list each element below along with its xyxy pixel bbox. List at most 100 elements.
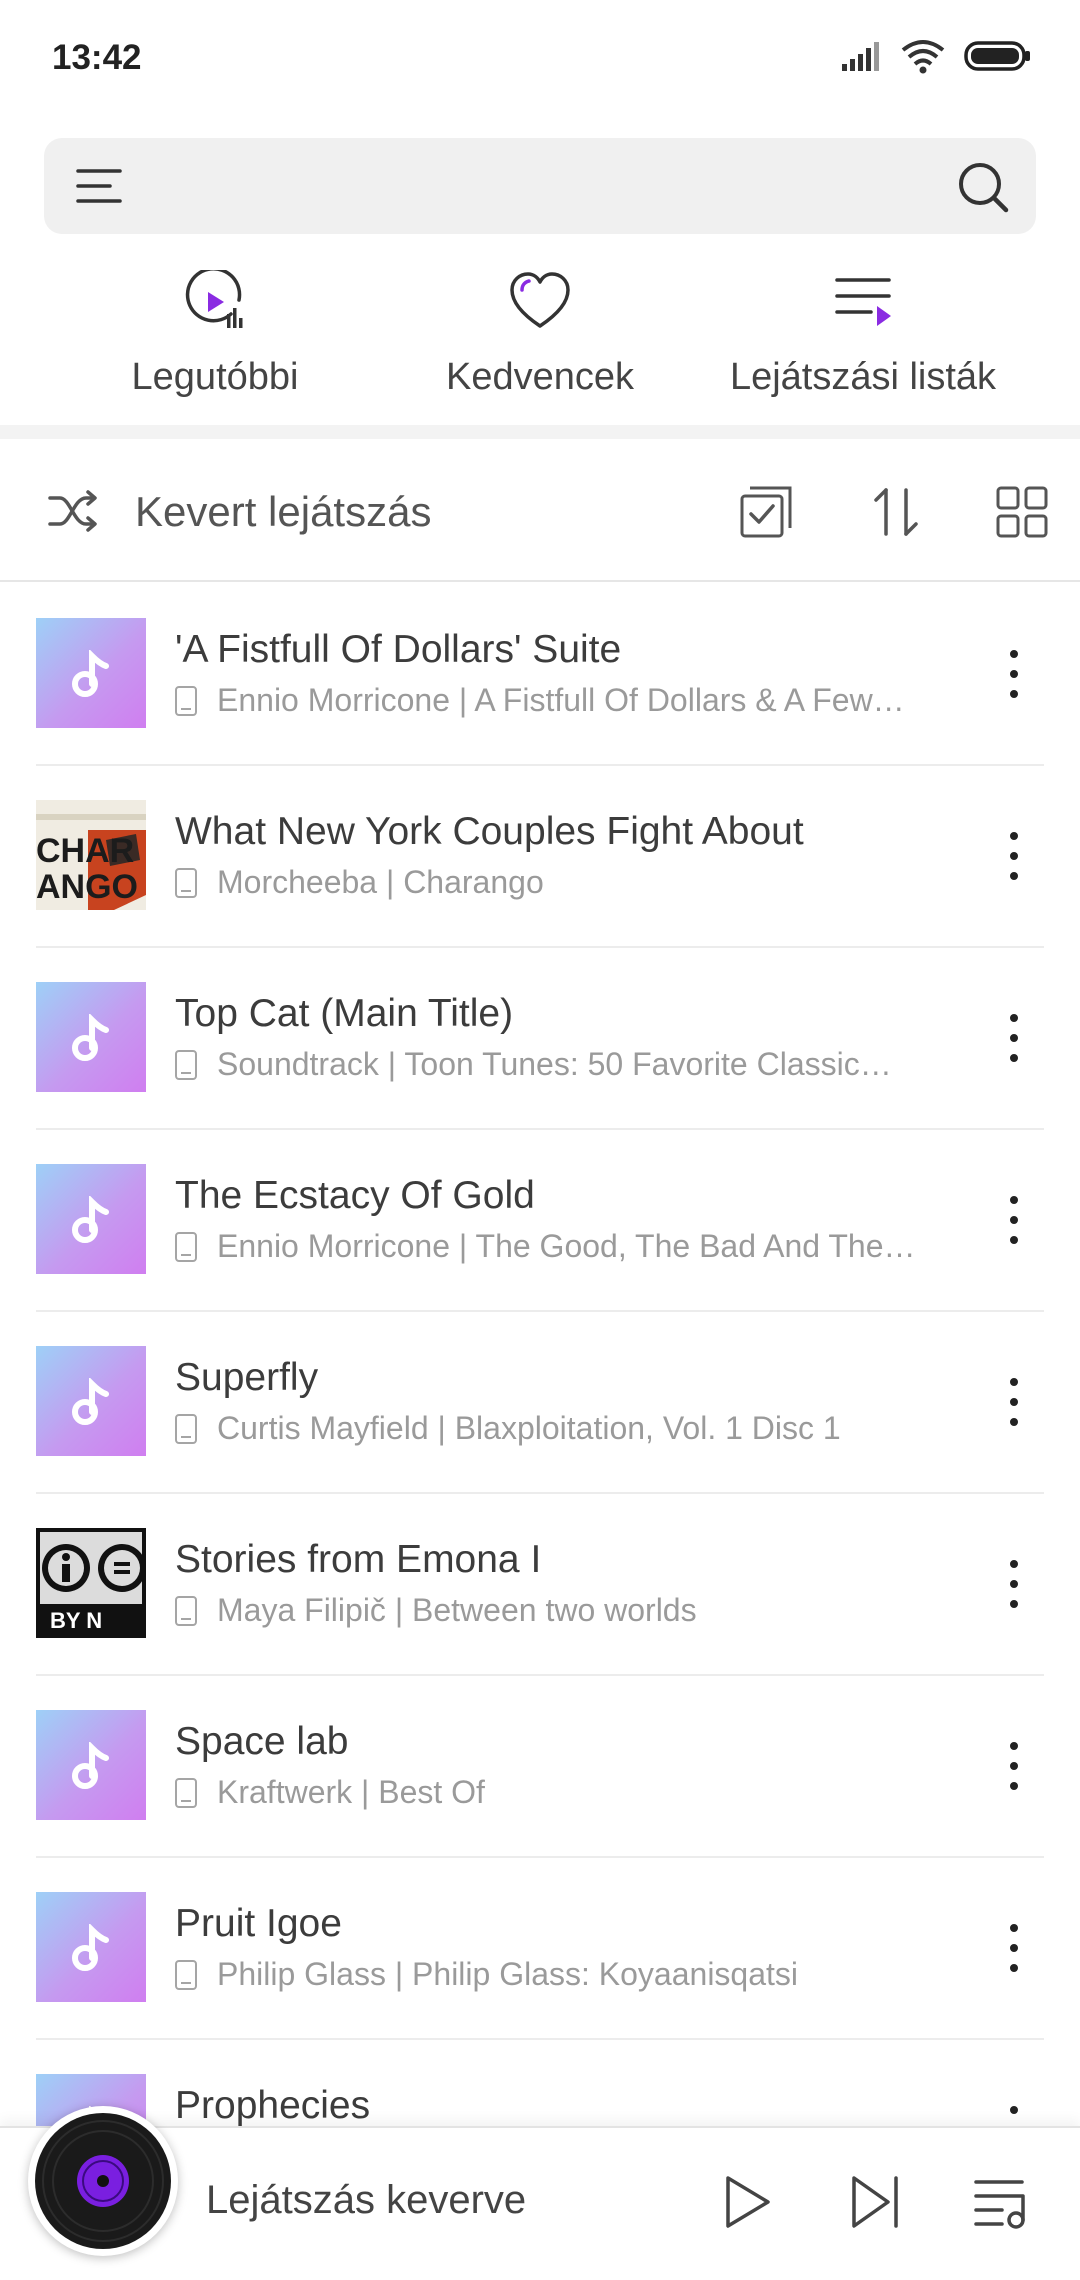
song-artist-album: Maya Filipič | Between two worlds <box>217 1592 697 1628</box>
battery-icon <box>964 41 1030 71</box>
song-title: Stories from Emona I <box>175 1538 542 1581</box>
local-file-icon <box>175 1595 197 1626</box>
song-subtitle: Maya Filipič | Between two worlds <box>175 1592 697 1629</box>
next-track-icon[interactable] <box>846 2172 906 2232</box>
music-note-icon <box>72 1196 109 1243</box>
song-title: Prophecies <box>175 2084 371 2126</box>
svg-text:CHAR: CHAR <box>36 832 134 870</box>
mini-player[interactable]: Lejátszás keverve <box>0 2106 1080 2280</box>
song-title: Top Cat (Main Title) <box>175 992 514 1035</box>
song-list: 'A Fistfull Of Dollars' Suite Ennio Morr… <box>0 584 1080 2126</box>
song-artist-album: Morcheeba | Charango <box>217 864 544 900</box>
local-file-icon <box>175 685 197 716</box>
song-row[interactable]: Superfly Curtis Mayfield | Blaxploitatio… <box>36 1312 1044 1494</box>
song-row[interactable]: The Ecstacy Of Gold Ennio Morricone | Th… <box>36 1130 1044 1312</box>
tab-playlists-label: Lejátszási listák <box>729 356 997 398</box>
music-note-icon <box>72 1742 109 1789</box>
music-note-icon <box>72 650 109 697</box>
more-options-icon[interactable] <box>1004 1010 1024 1066</box>
song-subtitle: Ennio Morricone | The Good, The Bad And … <box>175 1228 916 1265</box>
song-subtitle: Curtis Mayfield | Blaxploitation, Vol. 1… <box>175 1410 841 1447</box>
more-options-icon[interactable] <box>1004 1192 1024 1248</box>
album-art <box>36 1164 146 1274</box>
local-file-icon <box>175 1413 197 1444</box>
signal-icon <box>842 42 879 71</box>
song-row[interactable]: 'A Fistfull Of Dollars' Suite Ennio Morr… <box>36 584 1044 766</box>
local-file-icon <box>175 1777 197 1808</box>
now-playing-disc[interactable] <box>28 2106 178 2256</box>
song-row[interactable]: BY N Stories from Emona I Maya Filipič |… <box>36 1494 1044 1676</box>
local-file-icon <box>175 867 197 898</box>
song-artist-album: Philip Glass | Philip Glass: Koyaanisqat… <box>217 1956 799 1992</box>
tab-recent-label: Legutóbbi <box>131 356 299 398</box>
song-subtitle: Morcheeba | Charango <box>175 864 544 901</box>
svg-text:BY N: BY N <box>50 1608 102 1633</box>
search-icon[interactable] <box>956 160 1010 214</box>
song-row[interactable]: Top Cat (Main Title) Soundtrack | Toon T… <box>36 948 1044 1130</box>
song-subtitle: Ennio Morricone | A Fistfull Of Dollars … <box>175 682 905 719</box>
album-art: CHAR ANGO <box>36 800 146 910</box>
song-artist-album: Ennio Morricone | The Good, The Bad And … <box>217 1228 916 1264</box>
song-artist-album: Kraftwerk | Best Of <box>217 1774 485 1810</box>
local-file-icon <box>175 1231 197 1262</box>
song-subtitle: Philip Glass | Philip Glass: Koyaanisqat… <box>175 1956 798 1993</box>
song-subtitle: Kraftwerk | Best Of <box>175 1774 485 1811</box>
song-row[interactable]: Pruit Igoe Philip Glass | Philip Glass: … <box>36 1858 1044 2040</box>
queue-icon[interactable] <box>972 2172 1032 2232</box>
tab-favorites-label: Kedvencek <box>445 356 634 398</box>
song-title: Space lab <box>175 1720 349 1763</box>
album-art <box>36 1892 146 2002</box>
more-options-icon[interactable] <box>1004 1556 1024 1612</box>
album-art <box>36 1346 146 1456</box>
play-icon[interactable] <box>716 2172 776 2232</box>
menu-icon[interactable] <box>76 165 122 207</box>
song-title: Superfly <box>175 1356 319 1399</box>
sort-icon[interactable] <box>868 484 924 540</box>
shuffle-play-button[interactable]: Kevert lejátszás <box>135 488 431 536</box>
status-time: 13:42 <box>52 38 142 77</box>
song-row[interactable]: Prophecies <box>36 2040 1044 2126</box>
song-row[interactable]: Space lab Kraftwerk | Best Of <box>36 1676 1044 1858</box>
album-cover-image: BY N <box>36 1528 146 1638</box>
album-cover-image: CHAR ANGO <box>36 800 146 910</box>
song-artist-album: Ennio Morricone | A Fistfull Of Dollars … <box>217 682 905 718</box>
local-file-icon <box>175 1959 197 1990</box>
album-art <box>36 1710 146 1820</box>
recent-play-icon <box>185 270 243 328</box>
song-title: The Ecstacy Of Gold <box>175 1174 535 1217</box>
search-bar[interactable] <box>44 138 1036 234</box>
music-note-icon <box>72 1014 109 1061</box>
grid-view-icon[interactable] <box>994 484 1050 540</box>
local-file-icon <box>175 1049 197 1080</box>
multi-select-icon[interactable] <box>738 484 794 540</box>
tab-recent[interactable]: Legutóbbi <box>50 270 380 399</box>
song-artist-album: Curtis Mayfield | Blaxploitation, Vol. 1… <box>217 1410 841 1446</box>
song-artist-album: Soundtrack | Toon Tunes: 50 Favorite Cla… <box>217 1046 892 1082</box>
list-toolbar: Kevert lejátszás <box>0 440 1080 582</box>
wifi-icon <box>901 40 945 74</box>
heart-icon <box>510 272 570 328</box>
more-options-icon[interactable] <box>1004 1920 1024 1976</box>
song-title: 'A Fistfull Of Dollars' Suite <box>175 628 622 671</box>
more-options-icon[interactable] <box>1004 2102 1024 2126</box>
more-options-icon[interactable] <box>1004 1738 1024 1794</box>
more-options-icon[interactable] <box>1004 828 1024 884</box>
status-icons <box>840 38 1032 74</box>
vinyl-record-icon <box>35 2113 171 2249</box>
music-note-icon <box>72 1378 109 1425</box>
section-divider <box>0 425 1080 439</box>
playlist-icon <box>835 278 891 326</box>
song-subtitle: Soundtrack | Toon Tunes: 50 Favorite Cla… <box>175 1046 892 1083</box>
quick-tabs: Legutóbbi Kedvencek Lejátszási listák <box>0 270 1080 420</box>
album-art <box>36 982 146 1092</box>
more-options-icon[interactable] <box>1004 646 1024 702</box>
song-row[interactable]: CHAR ANGO What New York Couples Fight Ab… <box>36 766 1044 948</box>
more-options-icon[interactable] <box>1004 1374 1024 1430</box>
now-playing-label: Lejátszás keverve <box>206 2178 527 2222</box>
music-note-icon <box>72 1924 109 1971</box>
tab-favorites[interactable]: Kedvencek <box>375 270 705 399</box>
shuffle-icon[interactable] <box>46 484 100 538</box>
album-art <box>36 618 146 728</box>
song-title: Pruit Igoe <box>175 1902 342 1945</box>
tab-playlists[interactable]: Lejátszási listák <box>698 270 1028 399</box>
